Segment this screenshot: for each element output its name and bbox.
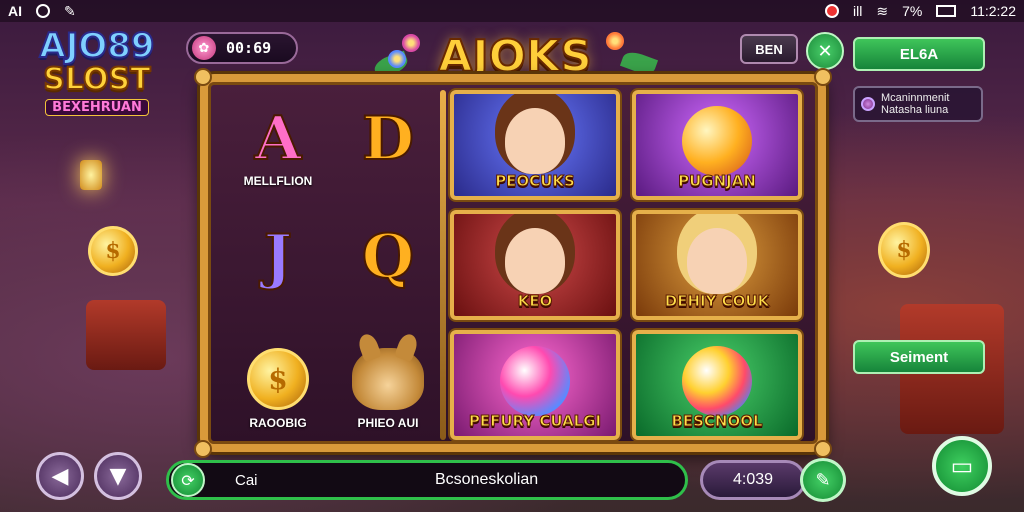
leaf-decoration: [619, 48, 659, 78]
symbol-coin[interactable]: $ RAOOBIG: [226, 344, 330, 444]
board-corner-ornament: [194, 440, 212, 458]
primary-action-button[interactable]: EL6A: [853, 37, 985, 71]
board-corner-ornament: [814, 440, 832, 458]
symbol-q[interactable]: Q: [336, 221, 440, 322]
timer-value: 00:69: [226, 39, 272, 57]
symbol-label: MELLFLION: [243, 174, 313, 188]
tile-label: PEFURY CUALGI: [468, 412, 602, 431]
ben-button[interactable]: BEN: [740, 34, 798, 64]
status-left-label: AI: [8, 3, 22, 19]
chair-decoration-left: [86, 300, 166, 370]
tile-label: PUGNJAN: [678, 172, 757, 191]
symbol-glyph: A: [254, 103, 303, 175]
symbol-glyph: D: [361, 103, 415, 175]
battery-icon: [936, 5, 957, 17]
slot-board: A MELLFLION D J Q $ RAOOBIG PHIEO AUI PE…: [194, 68, 832, 458]
bar-left-text: Cai: [235, 471, 258, 489]
notice-text: Mcaninnmenit Natasha liuna: [881, 92, 950, 116]
notice-panel[interactable]: Mcaninnmenit Natasha liuna: [853, 86, 983, 122]
symbol-d[interactable]: D: [336, 103, 440, 204]
flower-icon: ✿: [192, 36, 216, 60]
reel-divider: [440, 90, 446, 440]
bottom-info-bar[interactable]: ⟳ Cai Bcsoneskolian: [166, 460, 688, 500]
logo-line-1: AJO89: [38, 26, 155, 66]
notice-icon: [861, 97, 875, 111]
character-portrait: [505, 228, 565, 294]
record-icon: [36, 4, 50, 18]
tile-label: PEOCUKS: [495, 172, 576, 191]
tools-icon[interactable]: ✕: [806, 32, 844, 70]
candy-icon: [682, 346, 752, 416]
symbol-glyph: Q: [361, 221, 415, 293]
symbol-label: PHIEO AUI: [357, 416, 419, 430]
flower-decoration: [388, 50, 406, 68]
tile-label: BESCNOOL: [671, 412, 763, 431]
tile-character-2[interactable]: KEO: [450, 210, 620, 320]
tile-candy-3[interactable]: BESCNOOL: [632, 330, 802, 440]
character-portrait: [505, 108, 565, 174]
coin-decoration-left: $: [88, 226, 138, 276]
credit-display: 4:039: [700, 460, 806, 500]
symbol-label: RAOOBIG: [249, 416, 307, 430]
refresh-icon[interactable]: ⟳: [171, 463, 205, 497]
clock: 11:2:22: [970, 3, 1016, 19]
tile-character-3[interactable]: DEHIY COUK: [632, 210, 802, 320]
symbol-fox[interactable]: PHIEO AUI: [336, 344, 440, 444]
lantern-decoration: [80, 160, 102, 190]
symbol-a[interactable]: A MELLFLION: [226, 103, 330, 204]
timer-pill[interactable]: ✿ 00:69: [186, 32, 298, 64]
alarm-icon: [825, 4, 840, 18]
game-logo: AJO89 SLOST BEXEHRUAN: [22, 26, 172, 128]
logo-line-2: SLOST: [42, 62, 151, 97]
candy-icon: [682, 106, 752, 176]
status-bar: AI ✎ ill ≋ 7% 11:2:22: [0, 0, 1024, 22]
tile-candy-2[interactable]: PEFURY CUALGI: [450, 330, 620, 440]
tile-character-1[interactable]: PEOCUKS: [450, 90, 620, 200]
coin-decoration-right: $: [878, 222, 930, 278]
symbol-glyph: J: [263, 221, 293, 293]
tile-label: DEHIY COUK: [664, 292, 770, 311]
back-arrow-icon[interactable]: ◀: [36, 452, 84, 500]
bet-cup-icon[interactable]: ▼: [94, 452, 142, 500]
tag-icon[interactable]: ✎: [800, 458, 846, 502]
board-corner-ornament: [194, 68, 212, 86]
character-portrait: [687, 228, 747, 294]
fox-icon: [352, 348, 424, 410]
secondary-action-button[interactable]: Seiment: [853, 340, 985, 374]
flower-decoration: [402, 34, 420, 52]
notification-icon: ✎: [64, 2, 76, 19]
wifi-icon: ≋: [876, 2, 889, 19]
board-corner-ornament: [814, 68, 832, 86]
logo-line-3: BEXEHRUAN: [45, 99, 149, 116]
coin-icon: $: [247, 348, 309, 410]
chat-icon[interactable]: ▭: [932, 436, 992, 496]
tile-candy-1[interactable]: PUGNJAN: [632, 90, 802, 200]
flower-decoration: [606, 32, 624, 50]
signal-icon: ill: [853, 3, 863, 19]
battery-text: 7%: [902, 3, 923, 19]
bar-center-text: Bcsoneskolian: [435, 471, 539, 488]
symbol-j[interactable]: J: [226, 221, 330, 322]
tile-label: KEO: [517, 292, 553, 311]
credit-value: 4:039: [732, 471, 774, 488]
candy-icon: [500, 346, 570, 416]
